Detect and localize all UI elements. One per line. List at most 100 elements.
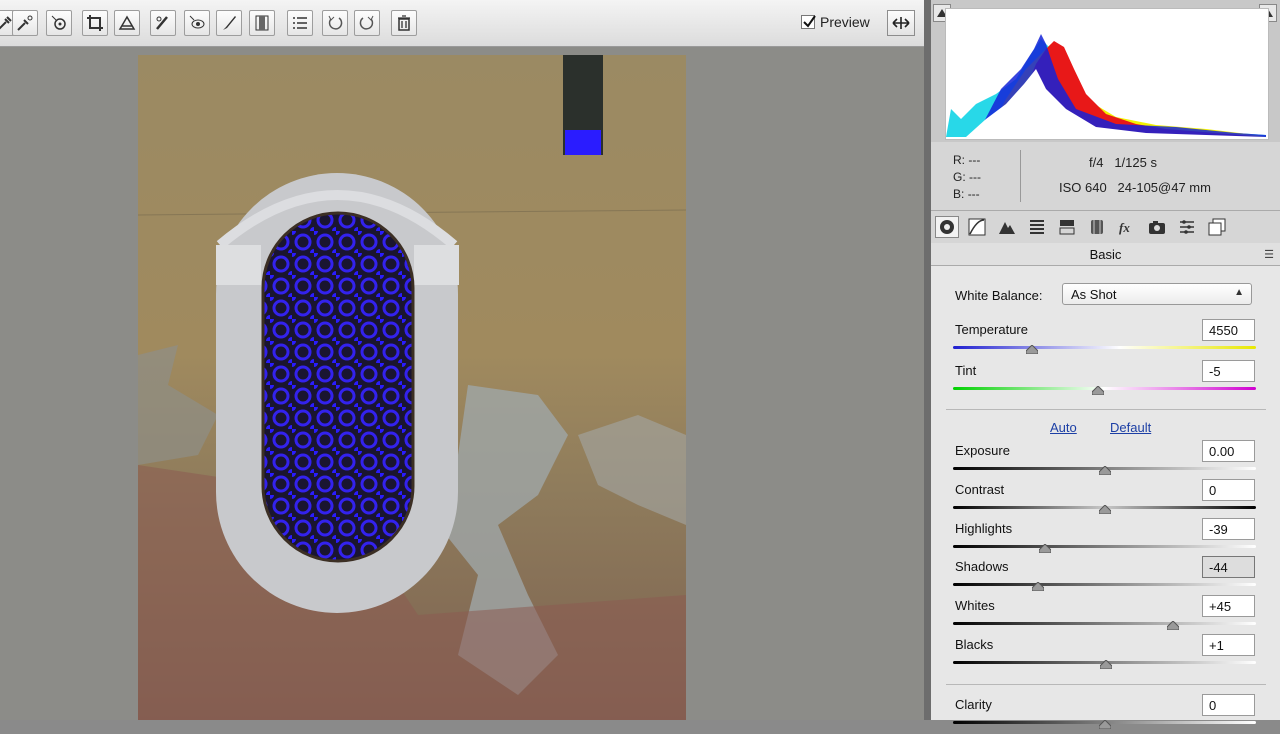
temperature-slider-thumb[interactable] — [1025, 341, 1039, 355]
histogram-graph — [946, 34, 1266, 137]
clarity-label: Clarity — [955, 697, 992, 712]
auto-link[interactable]: Auto — [1050, 420, 1077, 435]
straighten-tool[interactable] — [114, 10, 140, 36]
svg-text:fx: fx — [1119, 220, 1130, 235]
shadows-value-field[interactable]: -44 — [1202, 556, 1255, 578]
delete-button[interactable] — [391, 10, 417, 36]
curve-icon — [968, 218, 986, 236]
shutter-speed: 1/125 s — [1114, 155, 1157, 170]
fullscreen-button[interactable] — [887, 10, 915, 36]
tab-detail[interactable] — [995, 216, 1019, 238]
contrast-slider-thumb[interactable] — [1098, 501, 1111, 515]
tab-snapshots[interactable] — [1205, 216, 1229, 238]
white-balance-label: White Balance: — [955, 288, 1043, 303]
rotate-ccw-icon — [328, 15, 343, 30]
preview-label: Preview — [820, 14, 870, 30]
g-value: --- — [969, 170, 982, 184]
tab-basic[interactable] — [935, 216, 959, 238]
clarity-slider-thumb[interactable] — [1098, 716, 1111, 730]
preview-toggle[interactable]: Preview — [801, 14, 870, 30]
tint-slider-track[interactable] — [953, 387, 1256, 390]
panel-divider[interactable] — [924, 0, 931, 720]
r-label: R: — [953, 153, 965, 167]
section-title: Basic — [1089, 246, 1122, 262]
exposure-value-field[interactable]: 0.00 — [1202, 440, 1255, 462]
lens-icon — [1091, 220, 1103, 234]
r-value: --- — [968, 153, 981, 167]
tab-presets[interactable] — [1175, 216, 1199, 238]
straighten-icon — [118, 15, 136, 30]
whites-label: Whites — [955, 598, 995, 613]
tab-camera-calibration[interactable] — [1145, 216, 1169, 238]
tab-tone-curve[interactable] — [965, 216, 989, 238]
exposure-label: Exposure — [955, 443, 1010, 458]
default-link[interactable]: Default — [1110, 420, 1151, 435]
list-icon — [293, 17, 307, 29]
crop-tool[interactable] — [82, 10, 108, 36]
blacks-value-field[interactable]: +1 — [1202, 634, 1255, 656]
targeted-adjustment-tool[interactable] — [46, 10, 72, 36]
rotate-cw-button[interactable] — [354, 10, 380, 36]
snapshots-icon — [1208, 218, 1226, 236]
tab-hsl[interactable] — [1025, 216, 1049, 238]
tab-split-toning[interactable] — [1055, 216, 1079, 238]
highlights-value-field[interactable]: -39 — [1202, 518, 1255, 540]
white-balance-value: As Shot — [1071, 287, 1117, 302]
spot-removal-tool[interactable] — [150, 10, 176, 36]
image-info: R: --- G: --- B: --- f/4 1/125 s ISO 640… — [931, 142, 1280, 210]
color-sampler-icon — [17, 15, 33, 31]
blacks-label: Blacks — [955, 637, 994, 652]
shadows-slider-track[interactable] — [953, 583, 1256, 586]
blacks-slider-thumb[interactable] — [1099, 656, 1113, 670]
tint-value-field[interactable]: -5 — [1202, 360, 1255, 382]
section-header: Basic ☰ — [931, 243, 1280, 266]
red-eye-tool[interactable] — [184, 10, 210, 36]
expand-arrows-icon — [892, 17, 910, 29]
info-separator — [1020, 150, 1021, 202]
hsl-icon — [1030, 220, 1044, 234]
shadows-slider-thumb[interactable] — [1031, 578, 1045, 592]
preferences-button[interactable] — [287, 10, 313, 36]
trash-icon — [398, 15, 410, 31]
image-canvas — [0, 47, 924, 720]
rotate-ccw-button[interactable] — [322, 10, 348, 36]
highlights-label: Highlights — [955, 521, 1013, 536]
dropdown-arrows-icon: ▲ — [1234, 287, 1244, 298]
shadows-label: Shadows — [955, 559, 1009, 574]
highlights-slider-track[interactable] — [953, 545, 1256, 548]
tint-label: Tint — [955, 363, 977, 378]
tab-effects[interactable]: fx — [1115, 216, 1139, 238]
contrast-value-field[interactable]: 0 — [1202, 479, 1255, 501]
camera-icon — [1149, 221, 1165, 234]
toolbar: Preview — [0, 0, 924, 47]
photo-preview[interactable] — [138, 55, 686, 720]
tint-slider-thumb[interactable] — [1091, 382, 1105, 396]
preview-checkbox[interactable] — [801, 15, 816, 29]
b-label: B: — [953, 187, 965, 201]
target-icon — [51, 15, 66, 30]
rgb-readout: R: --- G: --- B: --- — [953, 152, 981, 203]
whites-slider-thumb[interactable] — [1166, 617, 1180, 631]
color-sampler-tool[interactable] — [12, 10, 38, 36]
tab-lens-corrections[interactable] — [1085, 216, 1109, 238]
lens: 24-105@47 mm — [1117, 180, 1211, 195]
iso: ISO 640 — [1059, 180, 1107, 195]
mountain-icon — [999, 222, 1015, 234]
graduated-filter-tool[interactable] — [249, 10, 275, 36]
whites-value-field[interactable]: +45 — [1202, 595, 1255, 617]
white-balance-select[interactable]: As Shot ▲ — [1062, 283, 1252, 305]
divider-line-2 — [946, 684, 1266, 685]
adjustment-brush-tool[interactable] — [216, 10, 242, 36]
temperature-value-field[interactable]: 4550 — [1202, 319, 1255, 341]
clarity-value-field[interactable]: 0 — [1202, 694, 1255, 716]
fx-icon: fx — [1119, 220, 1130, 235]
highlights-slider-thumb[interactable] — [1038, 540, 1052, 554]
temperature-slider-track[interactable] — [953, 346, 1256, 349]
panel-menu-icon[interactable]: ☰ — [1264, 248, 1274, 261]
red-eye-icon — [189, 15, 205, 29]
adjustments-panel: R: --- G: --- B: --- f/4 1/125 s ISO 640… — [931, 0, 1280, 730]
whites-slider-track[interactable] — [953, 622, 1256, 625]
exposure-slider-thumb[interactable] — [1098, 462, 1111, 476]
contrast-label: Contrast — [955, 482, 1005, 497]
panel-tabs: fx — [931, 210, 1280, 244]
